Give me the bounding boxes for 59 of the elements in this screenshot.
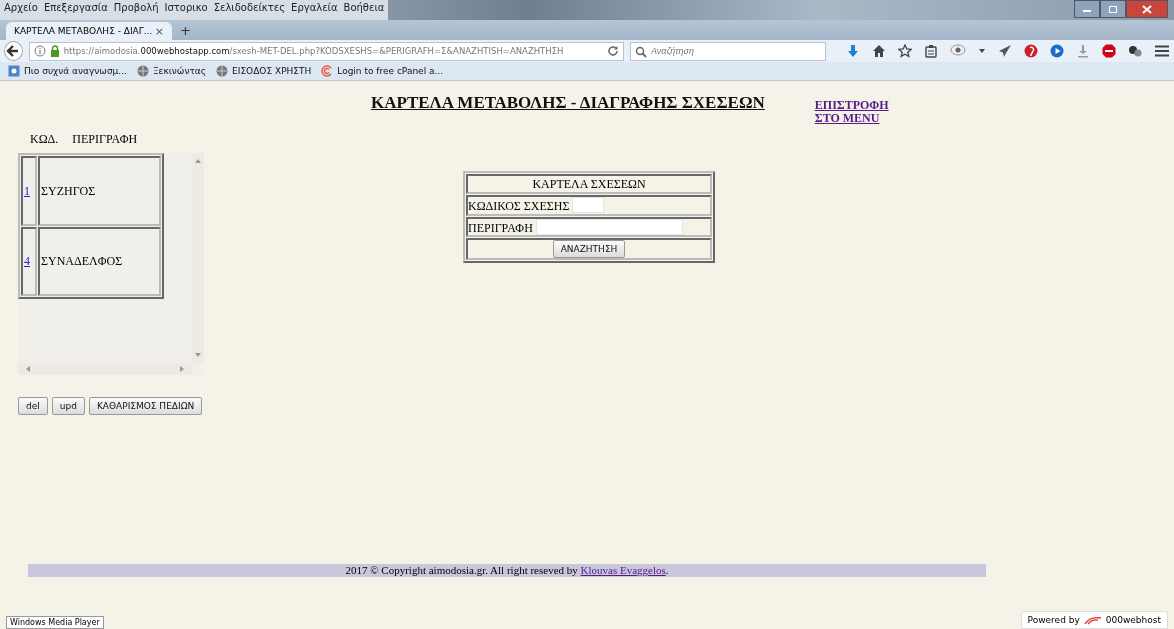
column-header: ΚΩΔ.	[30, 132, 59, 148]
swoosh-icon	[1083, 615, 1102, 625]
globe-icon	[216, 65, 229, 77]
search-button[interactable]: ΑΝΑΖΗΤΗΣΗ	[552, 240, 626, 259]
address-field[interactable]: https://aimodosia.000webhostapp.com/sxesh-MET-DEL.php?KODSXESHS=&PERIGRAFH=Σ&ANAZHTISH=ΑΝΑΖΗΤΗΣΗ	[28, 41, 624, 61]
maximize-button[interactable]	[1100, 0, 1126, 18]
download-arrow-icon[interactable]	[846, 44, 860, 58]
bookmark-item[interactable]: Ξεκινώντας	[136, 65, 207, 77]
swirl-icon	[321, 65, 334, 77]
back-button[interactable]	[4, 41, 23, 61]
field-label: ΠΕΡΙΓΡΑΦΗ	[468, 220, 533, 235]
maximize-icon	[1108, 4, 1118, 14]
play-icon[interactable]	[1050, 44, 1064, 58]
balls-icon[interactable]	[1128, 44, 1142, 58]
form-title: ΚΑΡΤΕΛΑ ΣΧΕΣΕΩΝ	[532, 176, 646, 191]
copyright-text: 2017 © Copyright aimodosia.gr. All right reseved by Klouvas Evaggelos.	[345, 564, 669, 577]
minimize-button[interactable]	[1074, 0, 1100, 18]
bookmark-item[interactable]: Login to free cPanel a...	[321, 65, 444, 77]
menu-item[interactable]: Προβολή	[113, 2, 159, 18]
menu-item[interactable]: Αρχείο	[4, 2, 38, 18]
tooltip: Windows Media Player	[6, 616, 104, 629]
author-link[interactable]: Klouvas Evaggelos	[580, 564, 666, 577]
column-header: ΠΕΡΙΓΡΑΦΗ	[72, 132, 138, 148]
search-field[interactable]: Αναζήτηση	[630, 41, 826, 61]
stop-sign-icon[interactable]	[1102, 44, 1116, 58]
page-title: ΚΑΡΤΕΛΑ ΜΕΤΑΒΟΛΗΣ - ΔΙΑΓΡΑΦΗΣ ΣΧΕΣΕΩΝ	[371, 93, 765, 113]
bookmark-item[interactable]: ΕΙΣΟΔΟΣ ΧΡΗΣΤΗ	[216, 65, 312, 77]
menu-item[interactable]: Σελιδοδείκτες	[213, 2, 286, 18]
star-icon[interactable]	[898, 44, 912, 58]
new-tab-button[interactable]: +	[180, 23, 191, 38]
close-icon	[1142, 4, 1152, 14]
code-input[interactable]	[572, 197, 605, 214]
form-button[interactable]: upd	[51, 397, 85, 416]
menu-item[interactable]: Επεξεργασία	[43, 2, 108, 18]
field-label: ΚΩΔΙΚΟΣ ΣΧΕΣΗΣ	[468, 198, 570, 213]
globe-icon	[136, 65, 149, 77]
menu-item[interactable]: Ιστορικο	[164, 2, 208, 18]
code-link[interactable]: 1	[24, 183, 30, 198]
table-cell: ΣΥΖΗΓΟΣ	[41, 183, 96, 198]
code-link[interactable]: 4	[24, 254, 30, 269]
table-cell: ΣΥΝΑΔΕΛΦΟΣ	[41, 254, 123, 269]
lock-icon	[49, 45, 60, 57]
powered-by-badge[interactable]: Powered by 000webhost	[1020, 611, 1168, 629]
home-icon[interactable]	[872, 44, 886, 58]
bookmark-item[interactable]: Πιο συχνά αναγνωσμ...	[8, 65, 127, 77]
clipboard-icon[interactable]	[924, 44, 938, 58]
menu-item[interactable]: Βοήθεια	[343, 2, 385, 18]
description-input[interactable]	[535, 218, 683, 235]
paper-plane-icon[interactable]	[998, 44, 1012, 58]
browser-tab[interactable]: ΚΑΡΤΕΛΑ ΜΕΤΑΒΟΛΗΣ - ΔΙΑΓ... ×	[6, 22, 172, 40]
form-button[interactable]: del	[18, 397, 48, 416]
menu-icon[interactable]	[1154, 44, 1170, 58]
info-icon[interactable]	[33, 45, 46, 57]
reload-icon[interactable]	[607, 45, 619, 57]
page-icon	[8, 65, 20, 77]
close-tab-button[interactable]: ×	[154, 24, 164, 38]
menu-item[interactable]: Εργαλεία	[291, 2, 338, 18]
form-button[interactable]: ΚΑΘΑΡΙΣΜΟΣ ΠΕΔΙΩΝ	[88, 397, 203, 416]
close-button[interactable]	[1126, 0, 1168, 18]
